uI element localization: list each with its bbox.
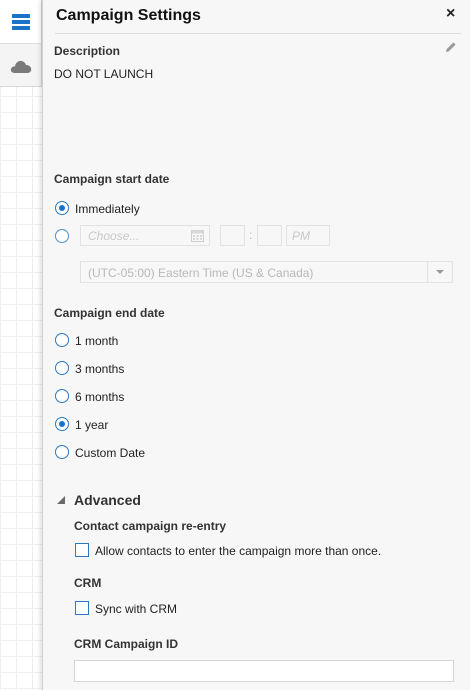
radio-end-1-month[interactable] [55,333,69,347]
cloud-button[interactable] [0,44,41,87]
description-label: Description [54,44,121,58]
crm-sync-checkbox-label: Sync with CRM [95,602,178,616]
reentry-checkbox[interactable] [75,543,89,557]
radio-end-1-year-label: 1 year [75,418,109,432]
tool-strip [0,0,42,87]
timezone-value: (UTC-05:00) Eastern Time (US & Canada) [88,266,314,280]
time-separator: : [249,228,253,242]
crm-sync-checkbox[interactable] [75,601,89,615]
minute-input[interactable] [257,225,282,246]
reentry-label: Contact campaign re-entry [74,519,227,533]
edit-pencil-icon[interactable] [445,41,457,56]
radio-end-6-months-label: 6 months [75,390,125,404]
advanced-toggle[interactable]: Advanced [74,492,141,508]
reentry-checkbox-label: Allow contacts to enter the campaign mor… [95,544,382,558]
start-date-label: Campaign start date [54,172,170,186]
crm-campaign-id-input[interactable] [74,660,454,682]
crm-label: CRM [74,576,102,590]
list-view-button[interactable] [0,0,41,44]
end-date-label: Campaign end date [54,306,165,320]
timezone-select[interactable]: (UTC-05:00) Eastern Time (US & Canada) [80,261,453,283]
ampm-input[interactable]: PM [286,225,330,246]
list-icon [11,13,30,30]
date-placeholder: Choose... [88,229,140,243]
canvas-grid [0,0,43,690]
cloud-icon [10,60,31,73]
select-divider [427,262,428,282]
calendar-icon [191,229,204,245]
crm-campaign-id-label: CRM Campaign ID [74,637,179,651]
radio-end-3-months-label: 3 months [75,362,125,376]
radio-scheduled[interactable] [55,229,69,243]
header-divider [55,33,461,34]
hour-input[interactable] [220,225,245,246]
radio-end-custom-date-label: Custom Date [75,446,146,460]
radio-immediately-label: Immediately [75,202,140,216]
radio-immediately[interactable] [55,201,69,215]
panel-title: Campaign Settings [56,7,201,24]
collapse-triangle-icon[interactable] [56,494,66,508]
campaign-settings-panel: Campaign Settings × Description DO NOT L… [42,0,470,690]
close-icon[interactable]: × [446,5,455,23]
ampm-placeholder: PM [292,229,310,243]
radio-end-3-months[interactable] [55,361,69,375]
radio-end-6-months[interactable] [55,389,69,403]
radio-end-1-year[interactable] [55,417,69,431]
radio-end-custom-date[interactable] [55,445,69,459]
description-value: DO NOT LAUNCH [54,67,154,81]
start-date-input[interactable]: Choose... [80,225,210,246]
chevron-down-icon [433,266,447,281]
radio-end-1-month-label: 1 month [75,334,119,348]
